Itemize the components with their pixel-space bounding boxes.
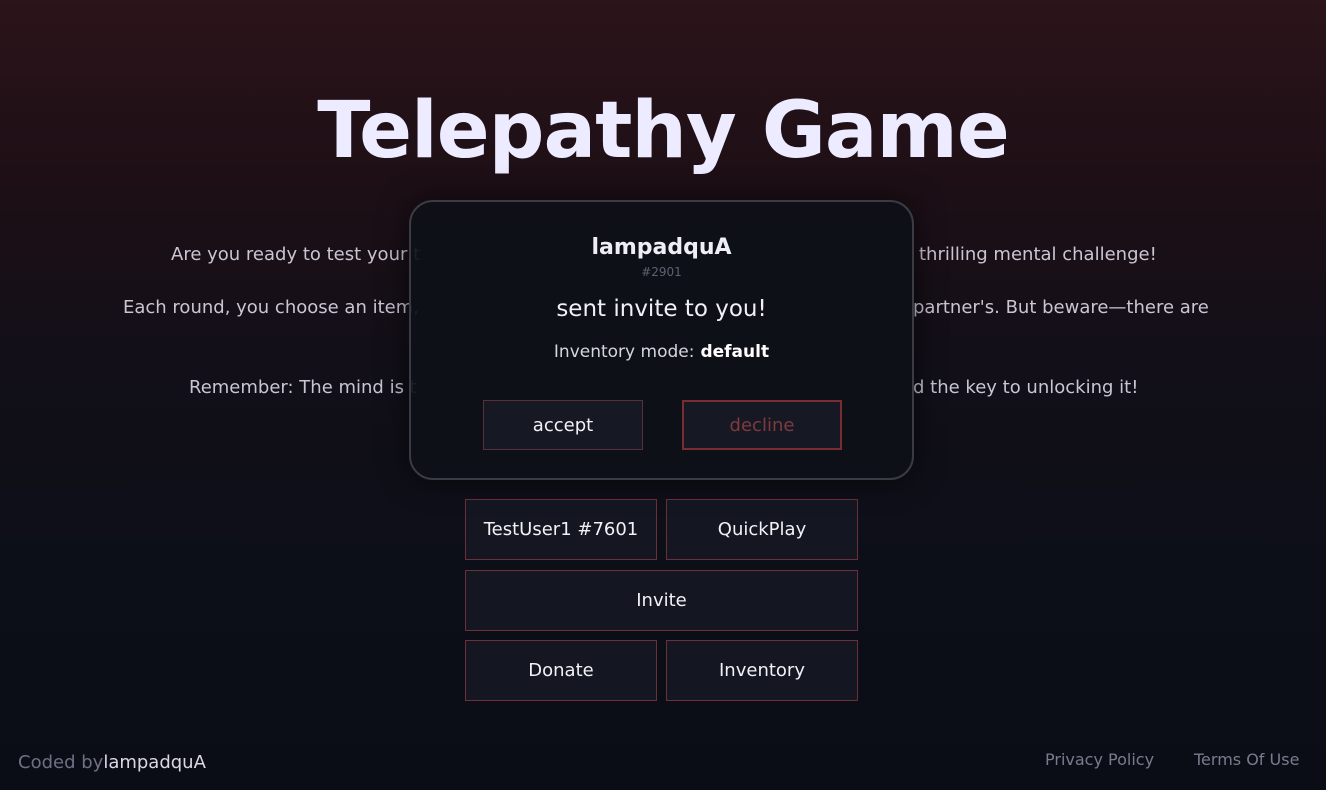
inventory-button[interactable]: Inventory — [666, 640, 858, 701]
description-line-1-left: Are you ready to test your t — [171, 244, 421, 265]
inventory-mode-info: Inventory mode: default — [411, 342, 912, 362]
quickplay-button[interactable]: QuickPlay — [666, 499, 858, 560]
invite-modal: lampadquA #2901 sent invite to you! Inve… — [409, 200, 914, 480]
privacy-policy-link[interactable]: Privacy Policy — [1045, 750, 1154, 769]
description-line-3-right: d the key to unlocking it! — [913, 377, 1139, 398]
invite-button[interactable]: Invite — [465, 570, 858, 631]
description-line-3-left: Remember: The mind is t — [189, 377, 417, 398]
invite-message: sent invite to you! — [556, 296, 767, 322]
inventory-mode-label: Inventory mode: — [553, 342, 695, 362]
description-line-2-right: partner's. But beware—there are — [913, 297, 1209, 318]
page-title: Telepathy Game — [317, 86, 1010, 176]
inviter-username: lampadquA — [591, 235, 732, 260]
author-link[interactable]: lampadquA — [103, 752, 206, 773]
coded-by-label: Coded by — [18, 752, 104, 773]
user-profile-button[interactable]: TestUser1 #7601 — [465, 499, 657, 560]
decline-button[interactable]: decline — [682, 400, 842, 450]
inviter-tag: #2901 — [641, 265, 682, 279]
description-line-1-right: thrilling mental challenge! — [919, 244, 1157, 265]
terms-of-use-link[interactable]: Terms Of Use — [1194, 750, 1299, 769]
donate-button[interactable]: Donate — [465, 640, 657, 701]
description-line-2-left: Each round, you choose an item, — [123, 297, 419, 318]
footer-credit: Coded bylampadquA — [18, 752, 206, 773]
accept-button[interactable]: accept — [483, 400, 643, 450]
inventory-mode-value: default — [700, 342, 770, 362]
